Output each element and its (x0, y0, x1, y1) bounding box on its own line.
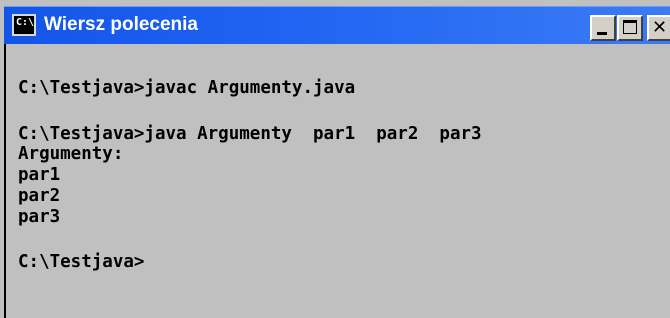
console-output-area[interactable]: C:\Testjava>javac Argumenty.java C:\Test… (4, 44, 670, 318)
console-line: par3 (18, 207, 61, 227)
window-title: Wiersz polecenia (44, 14, 198, 35)
command-prompt-icon[interactable]: C:\ (12, 14, 36, 36)
title-bar[interactable]: C:\ Wiersz polecenia ✕ (4, 6, 670, 44)
minimize-icon (597, 32, 607, 35)
console-line: par1 (18, 165, 61, 185)
console-line: C:\Testjava>javac Argumenty.java (18, 78, 356, 98)
maximize-button[interactable] (617, 15, 643, 41)
command-prompt-icon-glyph: C:\ (16, 17, 35, 28)
console-prompt-line: C:\Testjava> (18, 252, 145, 272)
console-line: C:\Testjava>java Argumenty par1 par2 par… (18, 124, 482, 144)
minimize-button[interactable] (590, 15, 616, 41)
console-line: Argumenty: (18, 144, 124, 164)
close-icon: ✕ (652, 17, 668, 38)
console-line: par2 (18, 186, 61, 206)
close-button[interactable]: ✕ (647, 15, 670, 41)
maximize-icon (623, 20, 637, 34)
command-prompt-window: C:\ Wiersz polecenia ✕ C:\Testjava>javac… (0, 0, 670, 318)
